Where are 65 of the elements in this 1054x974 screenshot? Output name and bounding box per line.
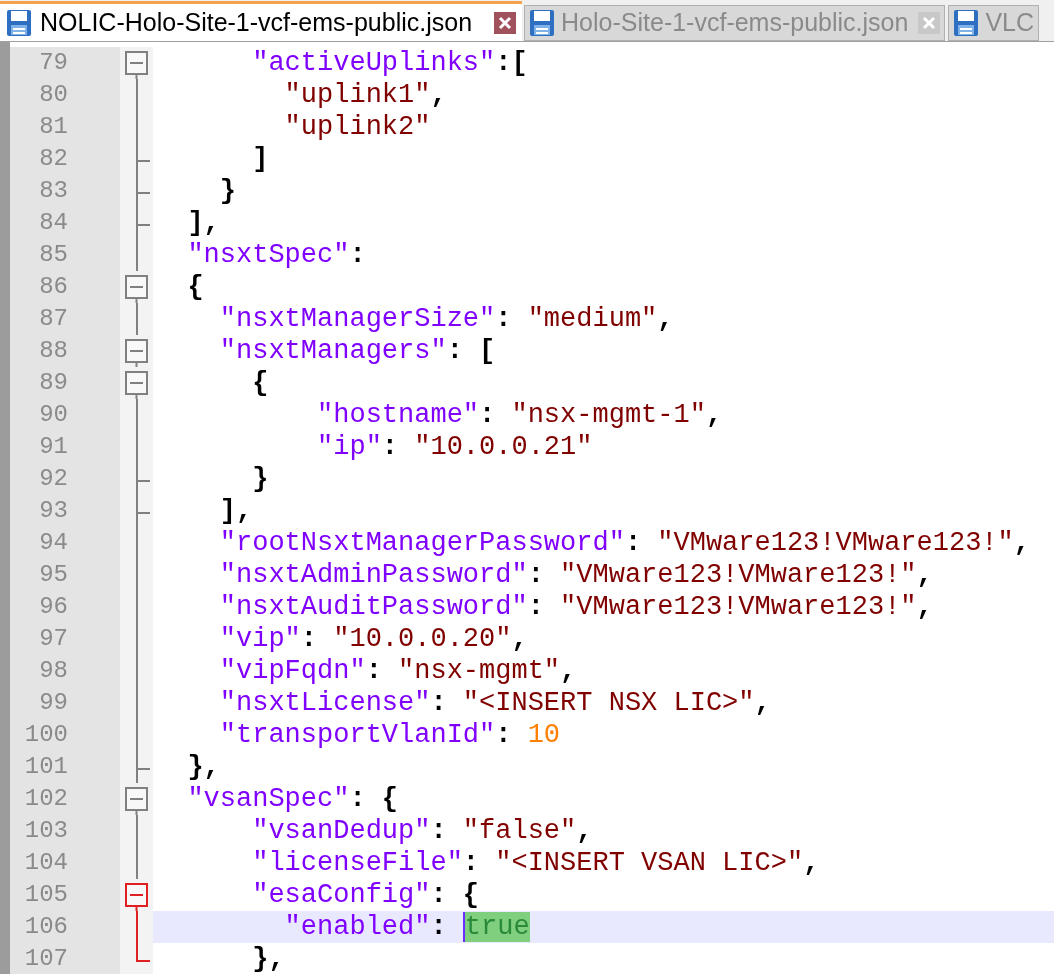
line-number: 101 [23, 752, 68, 782]
line-number: 83 [38, 176, 68, 206]
code-line: ] [251, 143, 269, 175]
save-icon [953, 9, 980, 37]
line-number: 106 [23, 912, 68, 942]
code-line: "vipFqdn": "nsx-mgmt", [218, 655, 577, 687]
code-line: }, [186, 751, 220, 783]
line-number: 79 [38, 48, 68, 78]
line-number: 91 [38, 432, 68, 462]
code-line: "rootNsxtManagerPassword": "VMware123!VMware123!", [218, 527, 1030, 559]
file-tab[interactable]: Holo-Site-1-vcf-ems-public.json [524, 5, 946, 41]
line-number: 107 [23, 944, 68, 974]
line-number: 99 [38, 688, 68, 718]
code-line: "nsxtAuditPassword": "VMware123!VMware123!", [218, 591, 933, 623]
code-line: }, [251, 943, 285, 974]
line-number: 81 [38, 112, 68, 142]
line-number: 82 [38, 144, 68, 174]
line-number: 87 [38, 304, 68, 334]
code-line: "nsxtSpec": [186, 239, 366, 271]
line-number: 85 [38, 240, 68, 270]
line-number: 103 [23, 816, 68, 846]
line-number: 93 [38, 496, 68, 526]
code-line: "vip": "10.0.0.20", [218, 623, 528, 655]
code-line: } [251, 463, 269, 495]
line-number: 96 [38, 592, 68, 622]
code-line: ], [186, 207, 220, 239]
line-number: 84 [38, 208, 68, 238]
line-number: 97 [38, 624, 68, 654]
line-number: 100 [23, 720, 68, 750]
save-icon [529, 9, 556, 37]
code-line: "nsxtManagerSize": "medium", [218, 303, 674, 335]
code-line: { [186, 271, 204, 303]
line-number: 102 [23, 784, 68, 814]
line-number: 105 [23, 880, 68, 910]
file-tab[interactable]: VLC [948, 5, 1040, 41]
code-line: "ip": "10.0.0.21" [316, 431, 593, 463]
code-line: "vsanSpec": { [186, 783, 399, 815]
line-number: 89 [38, 368, 68, 398]
file-tab[interactable]: NOLIC-Holo-Site-1-vcf-ems-public.json [0, 1, 523, 41]
code-line: "enabled": true [283, 911, 530, 943]
code-line: "nsxtManagers": [ [218, 335, 496, 367]
code-line: "transportVlanId": 10 [218, 719, 561, 751]
code-line: "hostname": "nsx-mgmt-1", [316, 399, 723, 431]
line-number: 92 [38, 464, 68, 494]
line-number: 94 [38, 528, 68, 558]
code-line: "nsxtLicense": "<INSERT NSX LIC>", [218, 687, 771, 719]
code-line: "vsanDedup": "false", [251, 815, 593, 847]
code-line: ], [218, 495, 253, 527]
code-line: "uplink1", [283, 79, 447, 111]
line-number: 80 [38, 80, 68, 110]
code-line: { [251, 367, 269, 399]
line-number: 98 [38, 656, 68, 686]
code-line: } [218, 175, 236, 207]
line-number: 90 [38, 400, 68, 430]
code-line: "activeUplinks":[ [251, 47, 528, 79]
line-number: 86 [38, 272, 68, 302]
code-line: "nsxtAdminPassword": "VMware123!VMware123!", [218, 559, 933, 591]
line-number: 104 [23, 848, 68, 878]
code-line: "uplink2" [283, 111, 431, 143]
line-number: 95 [38, 560, 68, 590]
close-icon[interactable] [494, 11, 517, 34]
code-line: "licenseFile": "<INSERT VSAN LIC>", [251, 847, 820, 879]
save-icon [6, 8, 32, 37]
code-line: "esaConfig": { [251, 879, 480, 911]
line-number: 88 [38, 336, 68, 366]
